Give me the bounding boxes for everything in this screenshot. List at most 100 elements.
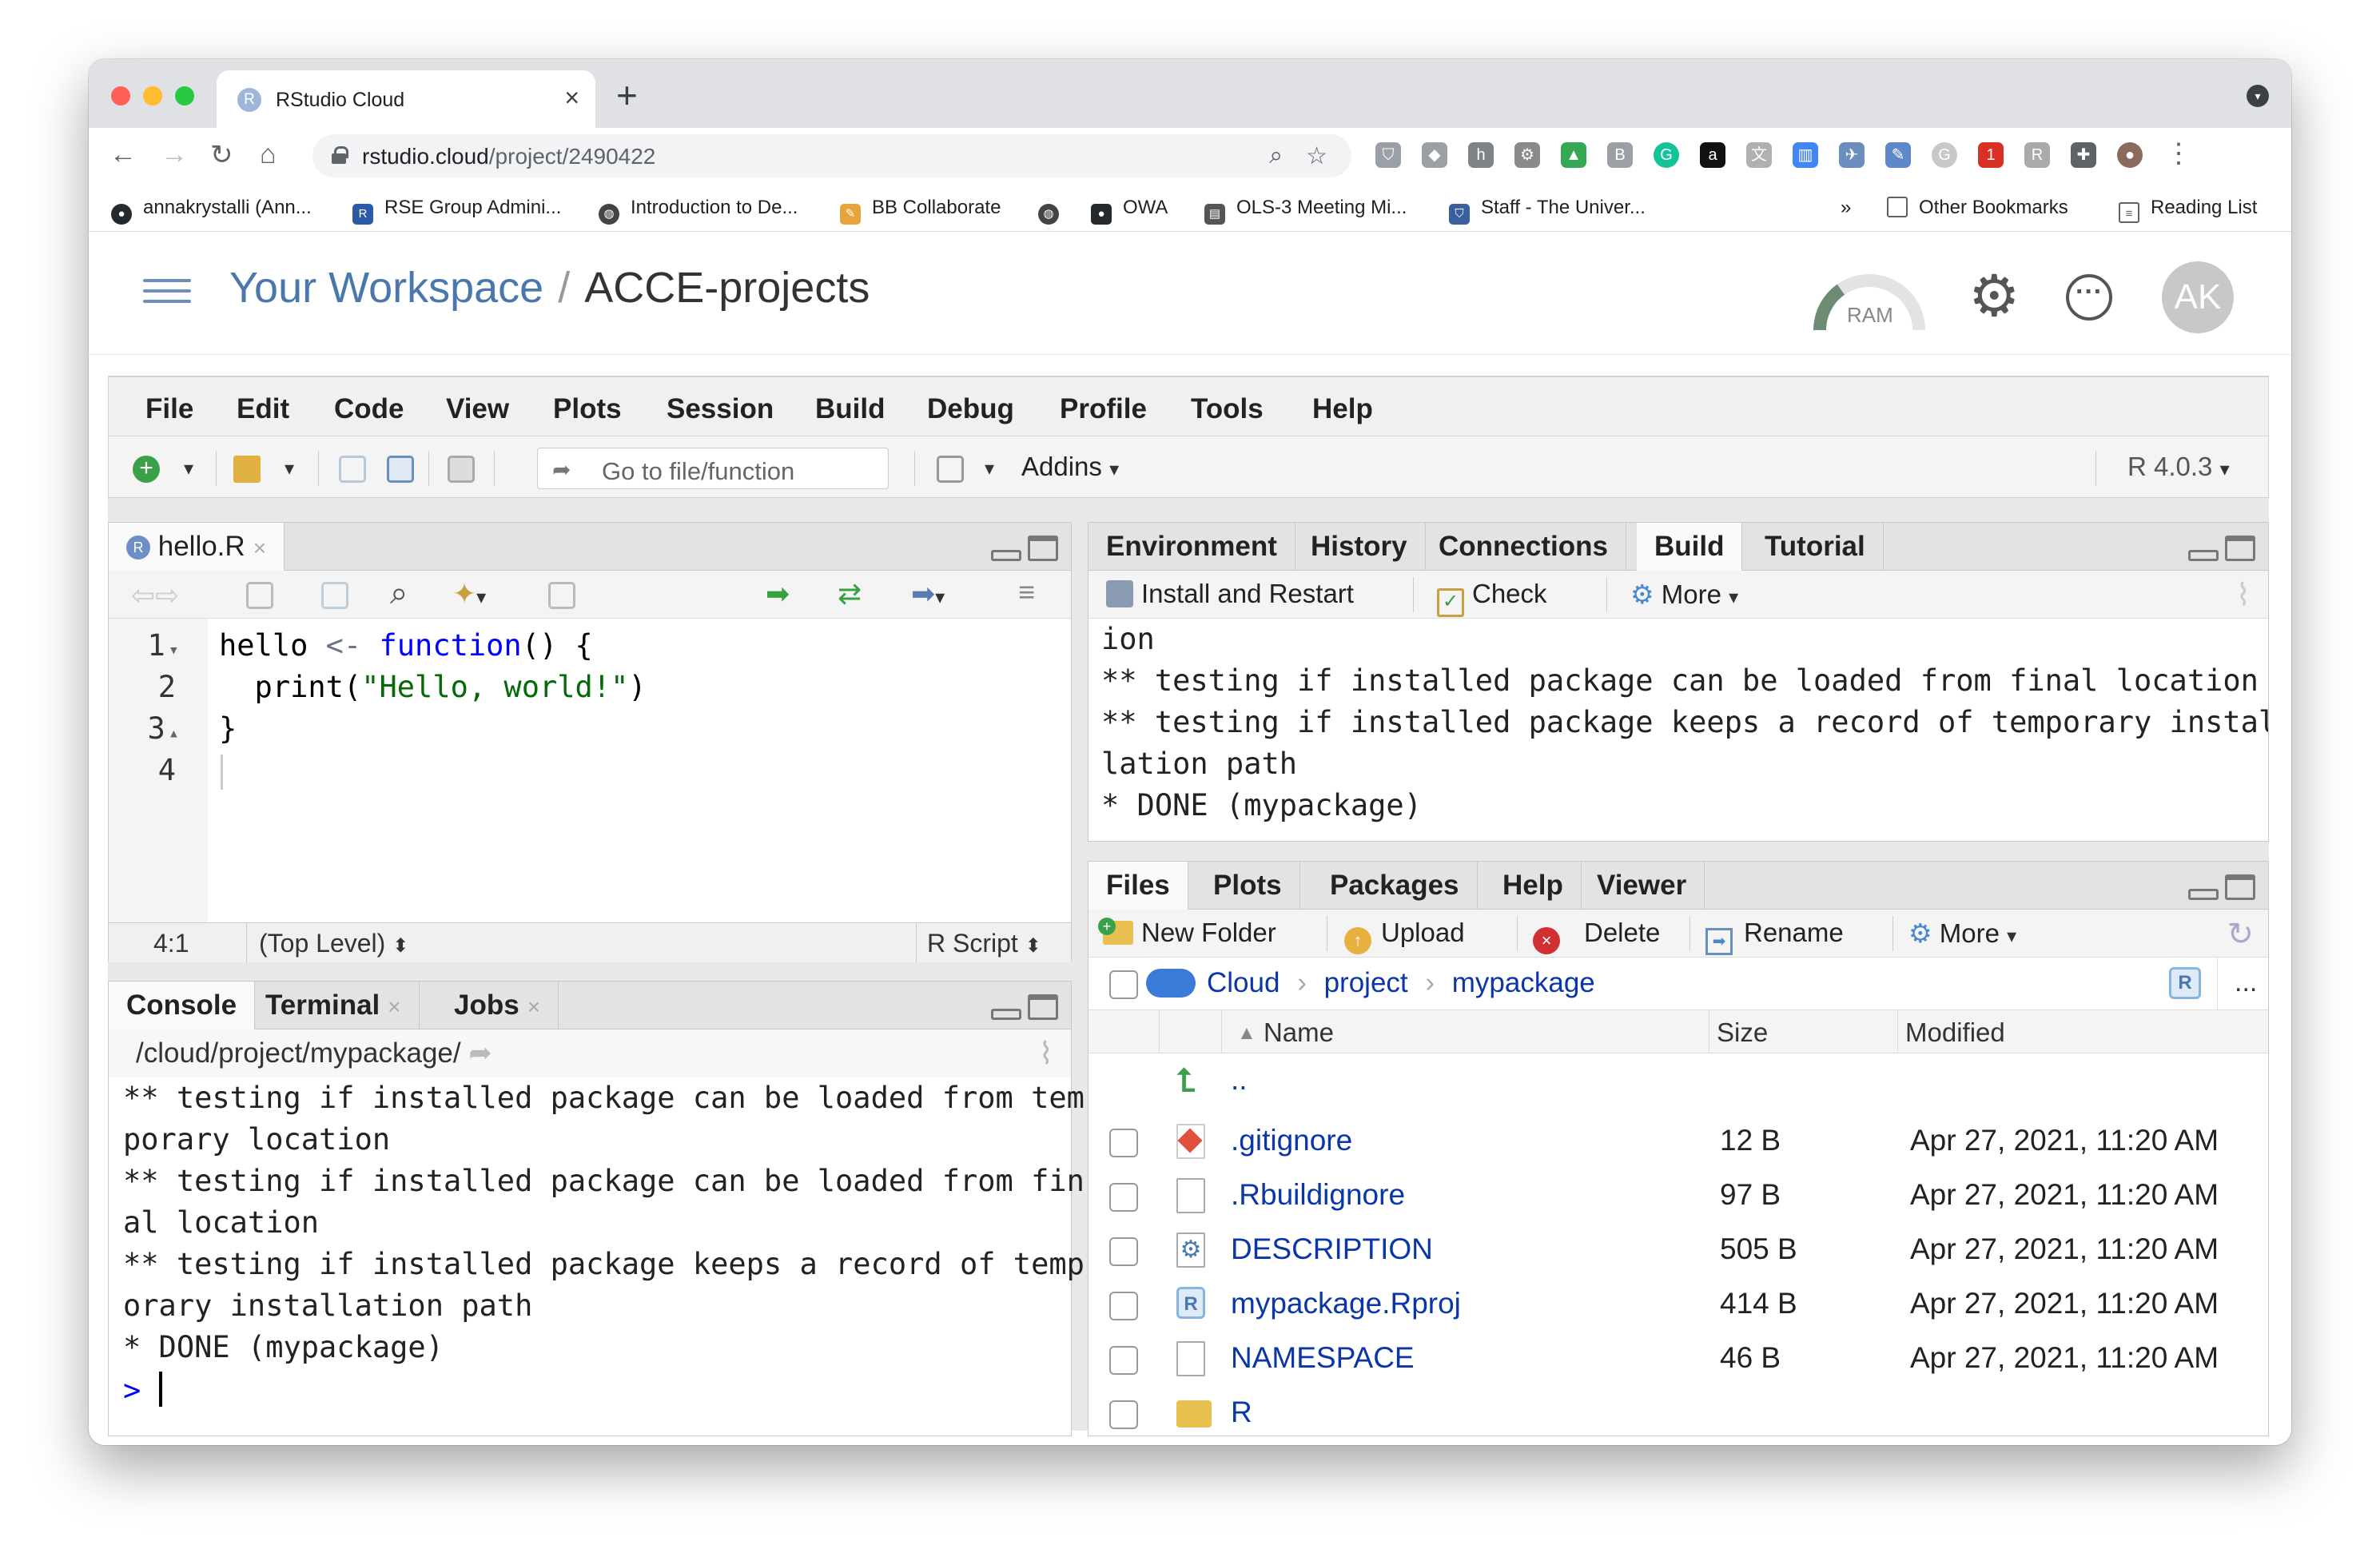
breadcrumb-overflow-button[interactable]: ... [2235, 967, 2257, 998]
settings-gear-icon[interactable]: ⚙ [1968, 268, 2020, 325]
extension-satellite-icon[interactable]: ✈ [1839, 142, 1865, 168]
save-icon[interactable] [339, 456, 366, 483]
tab-connections[interactable]: Connections [1421, 523, 1626, 571]
bookmark-star-icon[interactable]: ☆ [1306, 142, 1327, 170]
scope-selector[interactable]: (Top Level) ⬍ [259, 929, 408, 958]
reading-list-button[interactable]: ≡ Reading List [2119, 197, 2257, 223]
browser-menu-icon[interactable]: ⋮ [2165, 137, 2192, 169]
r-version-selector[interactable]: R 4.0.3 ▾ [2127, 452, 2230, 482]
row-checkbox[interactable] [1109, 1346, 1138, 1375]
pane-minmax-icon[interactable] [2188, 536, 2255, 563]
tab-files[interactable]: Files [1089, 862, 1188, 910]
back-forward-icon[interactable]: ⇦⇨ [131, 579, 179, 612]
pane-minmax-icon[interactable] [2188, 874, 2255, 902]
forward-icon[interactable]: → [161, 139, 188, 170]
extension-r-icon[interactable]: R [2024, 142, 2050, 168]
close-tab-icon[interactable]: × [564, 83, 579, 113]
crumb-mypackage[interactable]: mypackage [1452, 967, 1595, 998]
tab-build[interactable]: Build [1637, 523, 1743, 571]
clear-build-icon[interactable]: ⌇ [2235, 577, 2251, 613]
pane-minmax-icon[interactable] [991, 536, 1058, 563]
run-line-icon[interactable]: ➡ [766, 577, 790, 611]
ram-gauge[interactable]: RAM [1813, 274, 1925, 330]
tab-jobs[interactable]: Jobs × [436, 982, 559, 1029]
file-row[interactable]: R [1089, 1384, 2268, 1434]
upload-button[interactable]: ↑ Upload [1344, 918, 1465, 954]
tab-plots[interactable]: Plots [1196, 862, 1300, 910]
extension-h-icon[interactable]: h [1468, 142, 1494, 168]
tab-tutorial[interactable]: Tutorial [1747, 523, 1884, 571]
menu-help[interactable]: Help [1312, 393, 1373, 425]
profile-avatar-icon[interactable]: ● [2117, 142, 2143, 168]
close-window-button[interactable] [111, 86, 130, 106]
reload-icon[interactable]: ↻ [210, 139, 233, 171]
find-icon[interactable]: ⌕ [390, 575, 408, 611]
file-row[interactable]: ⚙ DESCRIPTION 505 B Apr 27, 2021, 11:20 … [1089, 1221, 2268, 1276]
extensions-puzzle-icon[interactable]: ✚ [2071, 142, 2096, 168]
refresh-icon[interactable]: ↻ [2227, 916, 2254, 953]
minimize-window-button[interactable] [143, 86, 162, 106]
other-bookmarks-folder[interactable]: Other Bookmarks [1887, 197, 2068, 219]
extension-b-icon[interactable]: B [1607, 142, 1633, 168]
file-name-link[interactable]: .gitignore [1231, 1124, 1352, 1157]
delete-button[interactable]: × Delete [1533, 918, 1660, 954]
file-row[interactable]: .gitignore 12 B Apr 27, 2021, 11:20 AM [1089, 1113, 2268, 1167]
zoom-window-button[interactable] [175, 86, 194, 106]
file-row[interactable]: R mypackage.Rproj 414 B Apr 27, 2021, 11… [1089, 1276, 2268, 1330]
build-more-button[interactable]: ⚙ More ▾ [1630, 579, 1738, 610]
tab-history[interactable]: History [1293, 523, 1426, 571]
rerun-icon[interactable]: ⇄ [838, 577, 862, 611]
source-icon[interactable]: ➡▾ [911, 577, 945, 611]
addins-button[interactable]: Addins ▾ [1021, 452, 1119, 482]
row-checkbox[interactable] [1109, 1183, 1138, 1212]
zoom-icon[interactable]: ⌕ [1269, 142, 1283, 169]
file-name-link[interactable]: R [1231, 1396, 1252, 1429]
menu-edit[interactable]: Edit [237, 393, 289, 425]
address-bar[interactable]: rstudio.cloud/project/2490422 ⌕ ☆ [312, 134, 1351, 177]
extension-building-icon[interactable]: ▥ [1793, 142, 1818, 168]
google-drive-icon[interactable]: ▲ [1561, 142, 1586, 168]
go-to-file-input[interactable]: ➦ Go to file/function [537, 448, 889, 489]
bookmark-item[interactable]: ▤ OLS-3 Meeting Mi... [1204, 197, 1407, 225]
extension-cog-icon[interactable]: ⚙ [1514, 142, 1540, 168]
print-icon[interactable] [448, 456, 475, 483]
home-icon[interactable]: ⌂ [260, 139, 277, 170]
more-options-icon[interactable]: ··· [2066, 274, 2112, 321]
workspace-link[interactable]: Your Workspace [229, 264, 543, 312]
extension-translate-icon[interactable]: 文 [1746, 142, 1772, 168]
code-tools-wand-icon[interactable]: ✦▾ [452, 577, 486, 611]
file-row[interactable]: .Rbuildignore 97 B Apr 27, 2021, 11:20 A… [1089, 1167, 2268, 1221]
file-name-link[interactable]: mypackage.Rproj [1231, 1287, 1461, 1320]
tab-environment[interactable]: Environment [1089, 523, 1295, 571]
bookmark-item[interactable]: ⛉ Staff - The Univer... [1449, 197, 1646, 225]
hamburger-menu-icon[interactable] [143, 279, 191, 306]
row-checkbox[interactable] [1109, 1237, 1138, 1266]
grammarly-icon[interactable]: G [1654, 142, 1679, 168]
compile-report-icon[interactable] [548, 582, 575, 609]
menu-session[interactable]: Session [667, 393, 774, 425]
file-name-link[interactable]: DESCRIPTION [1231, 1232, 1433, 1266]
code-line[interactable]: } [219, 711, 237, 746]
menu-view[interactable]: View [446, 393, 509, 425]
column-size[interactable]: Size [1717, 1017, 1768, 1048]
install-restart-button[interactable]: Install and Restart [1106, 579, 1354, 609]
menu-plots[interactable]: Plots [553, 393, 622, 425]
editor-save-icon[interactable] [321, 582, 348, 609]
row-checkbox[interactable] [1109, 1400, 1138, 1429]
dropbox-icon[interactable]: ◆ [1422, 142, 1447, 168]
clear-console-icon[interactable]: ⌇ [1038, 1036, 1053, 1072]
extension-pen-icon[interactable]: ✎ [1885, 142, 1911, 168]
go-to-project-dir-icon[interactable]: R [2169, 967, 2201, 999]
check-button[interactable]: ✓ Check [1437, 579, 1547, 617]
rename-button[interactable]: ➡ Rename [1705, 918, 1844, 955]
crumb-project[interactable]: project [1324, 967, 1408, 998]
console-prompt[interactable]: > [123, 1372, 162, 1408]
open-file-icon[interactable] [233, 456, 261, 483]
more-bookmarks-button[interactable]: » [1841, 197, 1851, 219]
crumb-cloud[interactable]: Cloud [1207, 967, 1280, 998]
extension-shield-icon[interactable]: ⛉ [1375, 142, 1401, 168]
new-tab-button[interactable]: + [616, 74, 638, 117]
menu-build[interactable]: Build [815, 393, 885, 425]
open-file-dropdown-icon[interactable]: ▾ [285, 457, 294, 480]
tab-viewer[interactable]: Viewer [1579, 862, 1705, 910]
